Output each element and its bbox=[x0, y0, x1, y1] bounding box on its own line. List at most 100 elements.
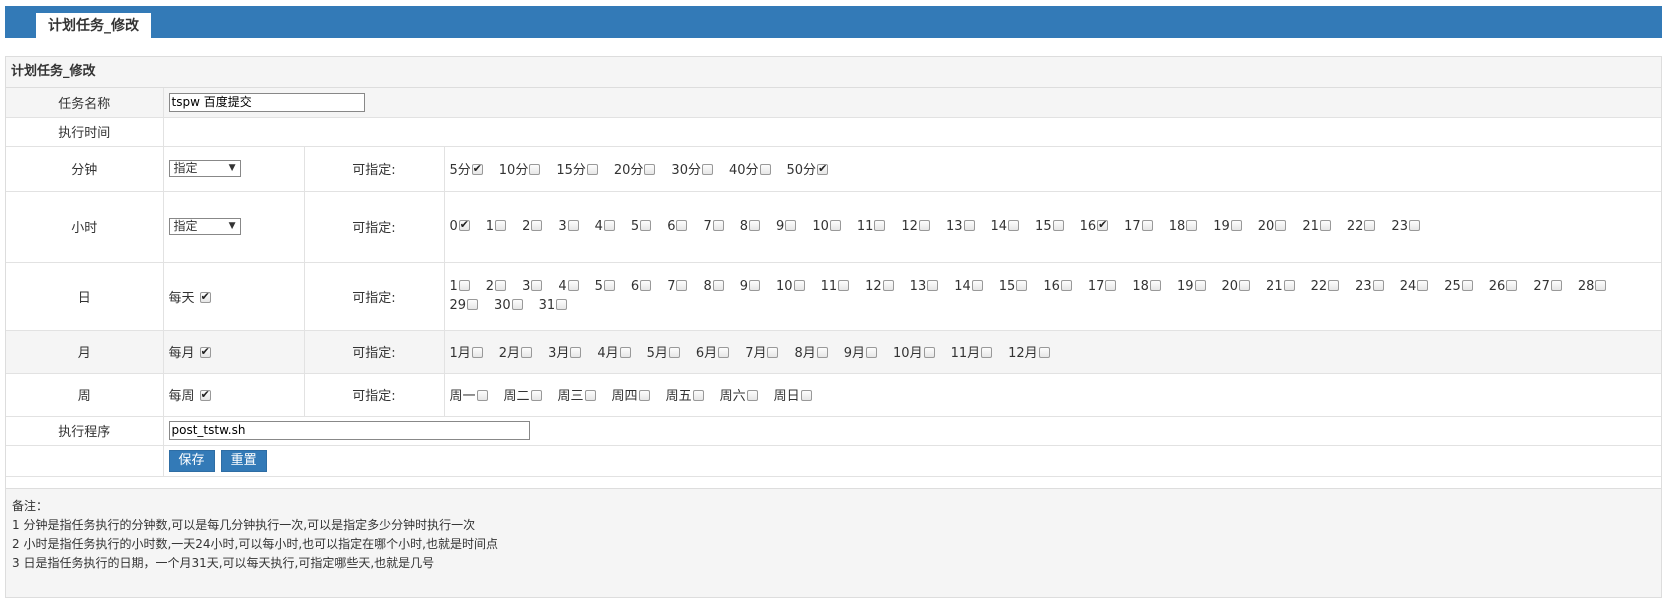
option-checkbox[interactable] bbox=[927, 280, 939, 291]
option-checkbox[interactable] bbox=[556, 299, 568, 310]
option-checkbox[interactable] bbox=[1186, 220, 1198, 231]
option-item[interactable]: 11月 bbox=[951, 342, 993, 361]
option-item[interactable]: 11 bbox=[821, 277, 850, 296]
option-item[interactable]: 5 bbox=[631, 219, 652, 234]
option-checkbox[interactable] bbox=[829, 220, 841, 231]
hour-mode-select[interactable]: 指定 ▼ bbox=[168, 218, 241, 235]
option-checkbox[interactable] bbox=[567, 280, 579, 291]
option-item[interactable]: 9 bbox=[740, 277, 761, 296]
month-every-checkbox[interactable] bbox=[199, 345, 211, 358]
task-name-input[interactable]: tspw 百度提交 bbox=[168, 92, 365, 112]
option-item[interactable]: 27 bbox=[1533, 277, 1562, 296]
option-item[interactable]: 29 bbox=[450, 296, 479, 315]
option-checkbox[interactable] bbox=[1328, 280, 1340, 291]
option-item[interactable]: 22 bbox=[1311, 277, 1340, 296]
option-checkbox[interactable] bbox=[1038, 347, 1050, 358]
option-checkbox[interactable] bbox=[838, 280, 850, 291]
option-item[interactable]: 30 bbox=[494, 296, 523, 315]
option-checkbox[interactable] bbox=[1194, 280, 1206, 291]
option-checkbox[interactable] bbox=[759, 164, 771, 175]
option-checkbox[interactable] bbox=[467, 299, 479, 310]
option-item[interactable]: 17 bbox=[1088, 277, 1117, 296]
option-item[interactable]: 1月 bbox=[450, 342, 483, 361]
option-checkbox[interactable] bbox=[749, 280, 761, 291]
option-item[interactable]: 10月 bbox=[893, 342, 935, 361]
option-item[interactable]: 9月 bbox=[844, 342, 878, 361]
option-item[interactable]: 5分 bbox=[450, 159, 483, 178]
option-checkbox[interactable] bbox=[676, 220, 688, 231]
option-item[interactable]: 2 bbox=[522, 219, 543, 234]
option-checkbox[interactable] bbox=[1105, 280, 1117, 291]
option-item[interactable]: 20 bbox=[1222, 277, 1251, 296]
option-checkbox[interactable] bbox=[1283, 280, 1295, 291]
option-checkbox[interactable] bbox=[668, 347, 680, 358]
option-item[interactable]: 15 bbox=[1035, 219, 1064, 234]
option-item[interactable]: 23 bbox=[1391, 219, 1420, 234]
option-checkbox[interactable] bbox=[1016, 280, 1028, 291]
option-item[interactable]: 23 bbox=[1355, 277, 1384, 296]
option-checkbox[interactable] bbox=[458, 218, 470, 231]
option-checkbox[interactable] bbox=[1417, 280, 1429, 291]
option-checkbox[interactable] bbox=[619, 347, 631, 358]
option-checkbox[interactable] bbox=[570, 347, 582, 358]
option-item[interactable]: 20分 bbox=[614, 159, 656, 178]
option-checkbox[interactable] bbox=[511, 299, 523, 310]
option-checkbox[interactable] bbox=[746, 390, 758, 401]
option-item[interactable]: 7月 bbox=[745, 342, 779, 361]
option-checkbox[interactable] bbox=[529, 164, 541, 175]
option-checkbox[interactable] bbox=[1052, 220, 1064, 231]
option-item[interactable]: 21 bbox=[1266, 277, 1295, 296]
option-item[interactable]: 5 bbox=[595, 277, 615, 296]
option-checkbox[interactable] bbox=[866, 347, 878, 358]
option-item[interactable]: 9 bbox=[776, 219, 797, 234]
option-item[interactable]: 2月 bbox=[499, 342, 533, 361]
option-item[interactable]: 2 bbox=[486, 277, 507, 296]
option-checkbox[interactable] bbox=[567, 220, 579, 231]
option-item[interactable]: 16 bbox=[1080, 218, 1109, 234]
option-item[interactable]: 50分 bbox=[787, 159, 829, 178]
option-item[interactable]: 7 bbox=[703, 219, 724, 234]
option-checkbox[interactable] bbox=[603, 220, 615, 231]
option-checkbox[interactable] bbox=[981, 347, 993, 358]
option-checkbox[interactable] bbox=[767, 347, 779, 358]
option-item[interactable]: 31 bbox=[539, 296, 568, 315]
option-item[interactable]: 18 bbox=[1169, 219, 1198, 234]
option-checkbox[interactable] bbox=[1595, 280, 1607, 291]
option-checkbox[interactable] bbox=[1060, 280, 1072, 291]
option-checkbox[interactable] bbox=[495, 220, 507, 231]
option-checkbox[interactable] bbox=[1230, 220, 1242, 231]
option-item[interactable]: 6月 bbox=[696, 342, 730, 361]
option-checkbox[interactable] bbox=[603, 280, 615, 291]
option-item[interactable]: 10分 bbox=[499, 159, 541, 178]
option-item[interactable]: 7 bbox=[667, 277, 688, 296]
save-button[interactable]: 保存 bbox=[168, 449, 215, 472]
tab-task-edit[interactable]: 计划任务_修改 bbox=[36, 13, 151, 38]
option-item[interactable]: 8 bbox=[703, 277, 724, 296]
option-checkbox[interactable] bbox=[471, 347, 483, 358]
option-item[interactable]: 24 bbox=[1400, 277, 1429, 296]
option-item[interactable]: 25 bbox=[1444, 277, 1473, 296]
option-item[interactable]: 16 bbox=[1043, 277, 1072, 296]
option-checkbox[interactable] bbox=[712, 280, 724, 291]
program-input[interactable]: post_tstw.sh bbox=[168, 421, 530, 440]
option-item[interactable]: 3 bbox=[522, 277, 543, 296]
option-item[interactable]: 1 bbox=[450, 277, 470, 296]
option-checkbox[interactable] bbox=[586, 164, 598, 175]
option-checkbox[interactable] bbox=[785, 220, 797, 231]
option-checkbox[interactable] bbox=[495, 280, 507, 291]
option-checkbox[interactable] bbox=[1506, 280, 1518, 291]
option-item[interactable]: 12 bbox=[865, 277, 894, 296]
option-item[interactable]: 19 bbox=[1213, 219, 1242, 234]
option-item[interactable]: 15 bbox=[999, 277, 1028, 296]
option-item[interactable]: 周三 bbox=[558, 385, 596, 404]
option-checkbox[interactable] bbox=[749, 220, 761, 231]
option-checkbox[interactable] bbox=[963, 220, 975, 231]
option-checkbox[interactable] bbox=[816, 347, 828, 358]
option-item[interactable]: 15分 bbox=[556, 159, 598, 178]
option-checkbox[interactable] bbox=[1461, 280, 1473, 291]
option-item[interactable]: 周五 bbox=[666, 385, 704, 404]
option-item[interactable]: 6 bbox=[667, 219, 688, 234]
option-checkbox[interactable] bbox=[701, 164, 713, 175]
option-checkbox[interactable] bbox=[712, 220, 724, 231]
option-checkbox[interactable] bbox=[471, 162, 483, 175]
